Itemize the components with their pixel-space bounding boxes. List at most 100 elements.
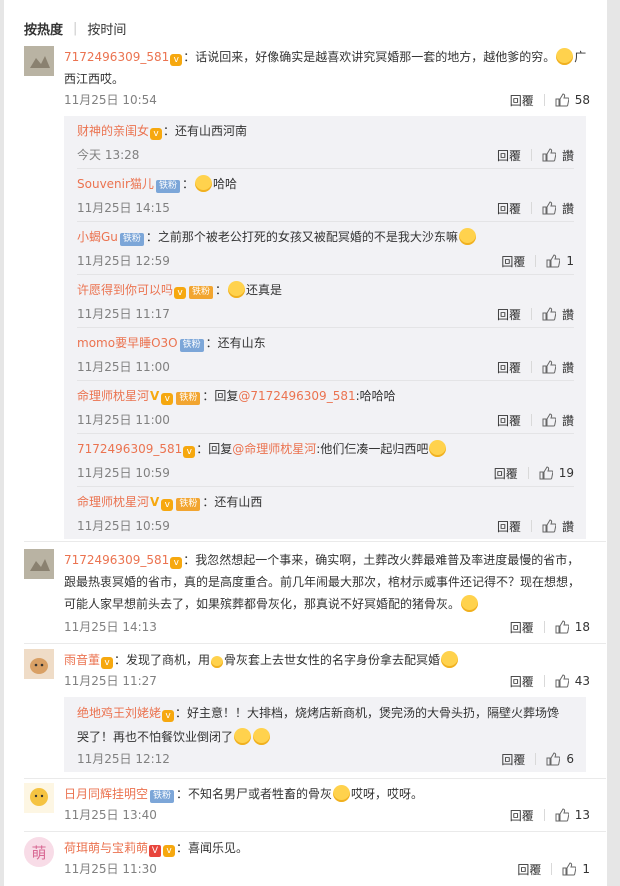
comment-text-line2: 跟最热衷冥婚的省市，真的是高度重合。前几年闹最大那次，棺材示威事件还记得不？现在… — [64, 575, 581, 589]
reply-button[interactable]: 回覆 — [494, 465, 518, 482]
avatar[interactable] — [24, 783, 54, 813]
comment-text-line2: 西江西哎。 — [64, 72, 125, 86]
reply-button[interactable]: 回覆 — [497, 518, 521, 535]
avatar[interactable] — [24, 649, 54, 679]
thumbs-up-icon[interactable] — [555, 674, 570, 688]
mention-link[interactable]: @命理师枕星河 — [232, 442, 316, 456]
reply-username[interactable]: Souvenir猫儿 — [77, 177, 154, 191]
like-label: 讚 — [561, 413, 574, 428]
reply-button[interactable]: 回覆 — [510, 619, 534, 636]
reply-username[interactable]: momo要早睡O3O — [77, 336, 178, 350]
reply-username[interactable]: 财神的亲闺女 — [77, 124, 149, 138]
reply-button[interactable]: 回覆 — [501, 253, 525, 270]
action-separator — [530, 414, 532, 426]
fan-badge[interactable]: 铁粉 — [179, 339, 204, 352]
avatar-image — [24, 46, 54, 76]
avatar[interactable] — [24, 549, 54, 579]
thumbs-up-icon[interactable] — [542, 519, 557, 533]
reply-time: 11月25日 11:00 — [77, 413, 170, 427]
thumbs-up-icon[interactable] — [542, 201, 557, 215]
reply-username[interactable]: 7172496309_581 — [77, 442, 182, 456]
reply-username[interactable]: 许愿得到你可以吗 — [77, 283, 173, 297]
thumbs-up-icon[interactable] — [546, 752, 561, 766]
fan-badge[interactable]: 铁粉 — [176, 498, 201, 511]
reply-button[interactable]: 回覆 — [510, 92, 534, 109]
vip-badge-icon[interactable]: v — [161, 499, 174, 511]
verified-v-icon[interactable]: V — [150, 384, 159, 408]
verified-v-icon[interactable]: V — [150, 490, 159, 514]
reply-content: ：还有山西河南 — [163, 124, 248, 138]
comment-username[interactable]: 7172496309_581 — [64, 50, 169, 64]
reply-button[interactable]: 回覆 — [497, 412, 521, 429]
comment-username[interactable]: 日月同辉挂明空 — [64, 787, 148, 801]
vip-badge-icon[interactable]: v — [161, 393, 174, 405]
comment-meta: 11月25日 13:40 回覆 13 — [64, 805, 590, 825]
replies-panel: 财神的亲闺女 v ：还有山西河南 今天 13:28 回覆 讚 Souvenir猫儿铁… — [64, 116, 586, 539]
reply-content: 哈哈 — [212, 177, 237, 191]
reply-button[interactable]: 回覆 — [497, 200, 521, 217]
thumbs-up-icon[interactable] — [542, 360, 557, 374]
thumbs-up-icon[interactable] — [542, 413, 557, 427]
vip-badge-icon[interactable]: v — [162, 710, 175, 722]
vip-badge-icon[interactable]: v — [170, 557, 183, 569]
reply-text: 7172496309_581 v ：回复@命理师枕星河:他们仨凑一起归西吧 — [77, 437, 574, 461]
fan-badge[interactable]: 铁粉 — [150, 790, 175, 803]
thumbs-up-icon[interactable] — [562, 862, 577, 876]
comment-username[interactable]: 雨音董 — [64, 653, 100, 667]
reply-button[interactable]: 回覆 — [497, 359, 521, 376]
comment-time: 11月25日 11:30 — [64, 862, 157, 876]
reply-button[interactable]: 回覆 — [497, 147, 521, 164]
reply-time: 11月25日 10:59 — [77, 466, 170, 480]
reply-content-line2: 哭了！再也不怕餐饮业倒闭了 — [77, 730, 234, 744]
comment-text: 7172496309_581 v ：我忽然想起一个事来，确实啊，土葬改火葬最难普及率… — [64, 549, 590, 571]
reply-username[interactable]: 绝地鸡王刘姥姥 — [77, 706, 161, 720]
fan-badge[interactable]: 铁粉 — [189, 286, 214, 299]
reply-username[interactable]: 命理师枕星河 — [77, 389, 149, 403]
reply-time: 11月25日 12:12 — [77, 752, 170, 766]
svg-text:萌: 萌 — [31, 844, 46, 862]
thumbs-up-icon[interactable] — [542, 307, 557, 321]
thumbs-up-icon[interactable] — [546, 254, 561, 268]
like-label: 讚 — [561, 360, 574, 375]
verified-v-icon[interactable]: V — [149, 845, 162, 857]
action-separator — [535, 255, 537, 267]
mention-link[interactable]: @7172496309_581 — [238, 389, 355, 403]
comment-item: 雨音董 v ：发现了商机，用 骨灰套上去世女性的名字身份拿去配冥婚 11月25日 11… — [24, 649, 590, 693]
reply-button[interactable]: 回覆 — [501, 751, 525, 768]
vip-badge-icon[interactable]: v — [150, 128, 163, 140]
like-count: 19 — [558, 466, 574, 480]
avatar-image — [24, 549, 54, 579]
fan-badge[interactable]: 铁粉 — [119, 233, 144, 246]
comment-divider — [24, 778, 606, 779]
fan-badge[interactable]: 铁粉 — [155, 180, 180, 193]
reply-username[interactable]: 命理师枕星河 — [77, 495, 149, 509]
thumbs-up-icon[interactable] — [542, 148, 557, 162]
vip-badge-icon[interactable]: v — [170, 54, 183, 66]
reply-button[interactable]: 回覆 — [517, 861, 541, 878]
reply-username[interactable]: 小蝎Gu — [77, 230, 118, 244]
thumbs-up-icon[interactable] — [555, 93, 570, 107]
avatar[interactable]: 萌 — [24, 837, 54, 867]
vip-badge-icon[interactable]: v — [163, 845, 176, 857]
vip-badge-icon[interactable]: v — [101, 657, 114, 669]
vip-badge-icon[interactable]: v — [174, 287, 187, 299]
emoji-icon — [234, 728, 252, 745]
reply-button[interactable]: 回覆 — [497, 306, 521, 323]
reply-time: 11月25日 11:17 — [77, 307, 170, 321]
tab-sort-time[interactable]: 按时间 — [87, 19, 126, 38]
thumbs-up-icon[interactable] — [555, 808, 570, 822]
comment-username[interactable]: 荷珥萌与宝莉萌 — [64, 841, 148, 855]
reply-divider — [77, 274, 574, 275]
thumbs-up-icon[interactable] — [555, 620, 570, 634]
reply-time: 11月25日 10:59 — [77, 519, 170, 533]
vip-badge-icon[interactable]: v — [183, 446, 196, 458]
fan-badge[interactable]: 铁粉 — [176, 392, 201, 405]
avatar[interactable] — [24, 46, 54, 76]
thumbs-up-icon[interactable] — [539, 466, 554, 480]
reply-button[interactable]: 回覆 — [510, 673, 534, 690]
reply-button[interactable]: 回覆 — [510, 807, 534, 824]
comment-username[interactable]: 7172496309_581 — [64, 553, 169, 567]
comment-text: 日月同辉挂明空 铁粉 ：不知名男尸或者牲畜的骨灰 哎呀，哎呀。 — [64, 783, 590, 805]
tab-sort-hot[interactable]: 按热度 — [24, 19, 63, 38]
comment-time: 11月25日 14:13 — [64, 620, 157, 634]
